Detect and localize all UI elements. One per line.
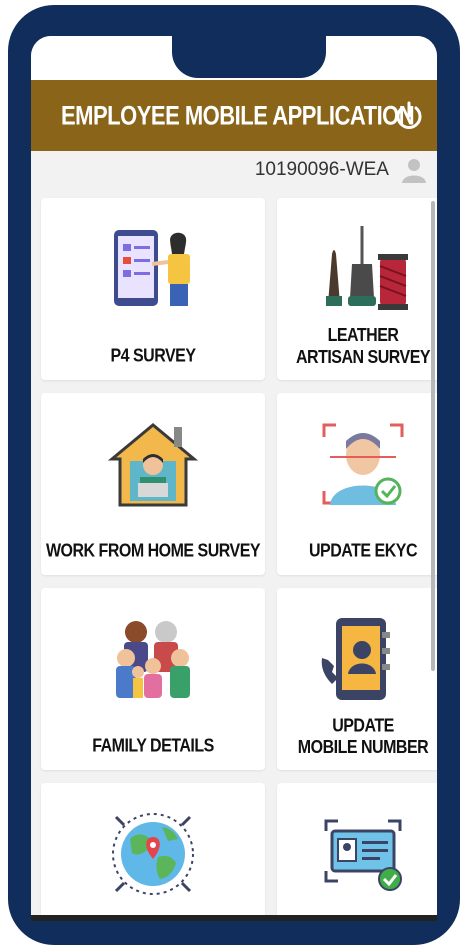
tile-label: P4 SURVEY (110, 346, 196, 367)
tile-work-from-home-survey[interactable]: WORK FROM HOME SURVEY (41, 393, 265, 575)
app-header: EMPLOYEE MOBILE APPLICATION (31, 80, 437, 151)
tile-label: UPDATE MOBILE NUMBER (297, 716, 429, 758)
tile-family-details[interactable]: FAMILY DETAILS (41, 588, 265, 770)
tile-label: WORK FROM HOME SURVEY (45, 541, 261, 562)
app-title: EMPLOYEE MOBILE APPLICATION (61, 99, 415, 130)
tile-leather-artisan-survey[interactable]: LEATHER ARTISAN SURVEY (277, 198, 437, 380)
family-icon (116, 621, 190, 698)
phone-contact-book-icon (321, 618, 390, 700)
globe-location-icon (112, 813, 194, 895)
id-card-verify-icon (324, 819, 402, 891)
survey-phone-person-icon (114, 230, 190, 306)
face-verify-icon (322, 423, 404, 505)
tile-label: LEATHER ARTISAN SURVEY (295, 326, 431, 368)
tile-p4-survey[interactable]: P4 SURVEY (41, 198, 265, 380)
tile-id-card-verify[interactable] (277, 783, 437, 916)
power-icon[interactable] (391, 98, 427, 134)
phone-notch (172, 36, 326, 78)
employee-id: 10190096-WEA (254, 159, 389, 180)
user-info: 10190096-WEA (255, 154, 427, 186)
tile-globe-location[interactable] (41, 783, 265, 916)
app-screen: EMPLOYEE MOBILE APPLICATION 10190096-WEA (31, 36, 437, 916)
scrollbar[interactable] (431, 201, 435, 671)
tile-label: FAMILY DETAILS (92, 736, 214, 757)
work-from-home-icon (108, 423, 198, 507)
user-icon[interactable] (401, 157, 427, 183)
tile-update-ekyc[interactable]: UPDATE EKYC (277, 393, 437, 575)
leather-tools-icon (326, 226, 408, 310)
tile-update-mobile-number[interactable]: UPDATE MOBILE NUMBER (277, 588, 437, 770)
bottom-bar (31, 915, 437, 921)
menu-grid: P4 SURVEY LEATHER ARTISAN SURVEY WORK FR… (41, 198, 437, 916)
tile-label: UPDATE EKYC (309, 541, 418, 562)
